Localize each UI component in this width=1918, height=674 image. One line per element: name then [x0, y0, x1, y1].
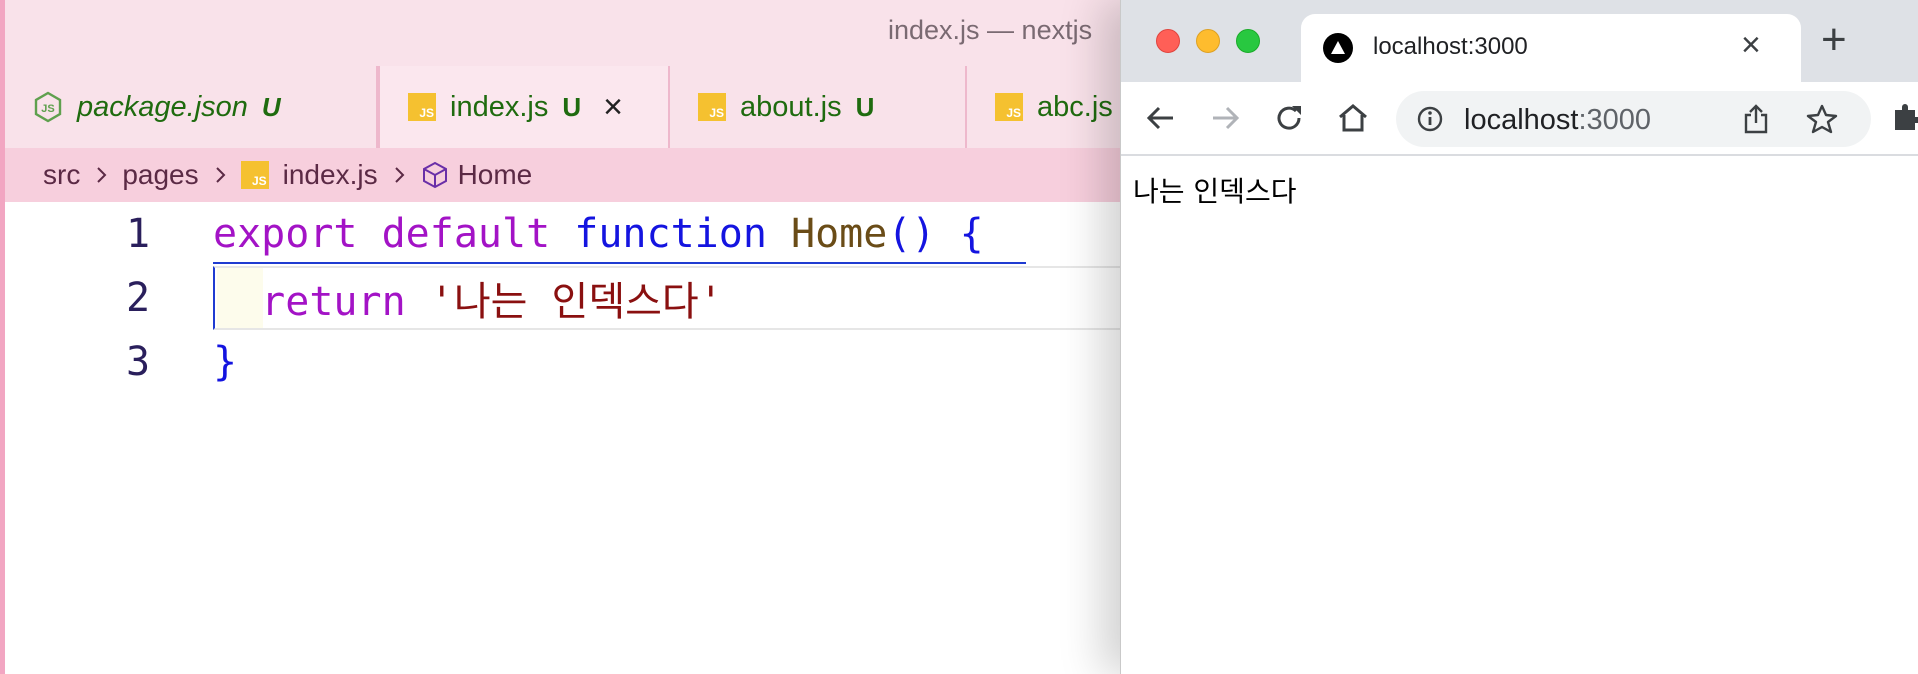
window-close-button[interactable] [1156, 29, 1180, 53]
close-brace: } [213, 339, 238, 385]
tab-index-js[interactable]: JS index.js U × [378, 66, 670, 148]
chevron-right-icon [394, 167, 404, 183]
window-maximize-button[interactable] [1236, 29, 1260, 53]
tab-label: package.json [77, 90, 248, 123]
code-line-3[interactable]: 3 } [5, 330, 1130, 394]
code-content: export default function Home() { [213, 211, 984, 257]
keyword-function: function [574, 211, 767, 257]
bookmark-star-icon[interactable] [1806, 103, 1838, 135]
browser-tab-title: localhost:3000 [1373, 33, 1528, 60]
window-minimize-button[interactable] [1196, 29, 1220, 53]
symbol-cube-icon [422, 161, 447, 189]
parens: () [887, 211, 936, 257]
site-info-icon[interactable] [1416, 105, 1444, 133]
keyword-export: export [213, 211, 358, 257]
js-file-icon: JS [408, 93, 436, 121]
tab-about-js[interactable]: JS about.js U [670, 66, 967, 148]
share-icon[interactable] [1741, 103, 1771, 135]
tab-label: about.js [740, 90, 842, 123]
code-line-2[interactable]: 2 return '나는 인덱스다' [5, 266, 1130, 330]
close-icon[interactable]: × [1741, 28, 1761, 62]
breadcrumb-folder-pages[interactable]: pages [122, 159, 198, 191]
reload-icon[interactable] [1271, 100, 1307, 136]
tab-label: abc.js [1037, 90, 1113, 123]
code-content: } [213, 339, 237, 385]
git-status-badge: U [562, 91, 582, 122]
code-line-1[interactable]: 1 export default function Home() { [5, 202, 1130, 266]
code-content: return '나는 인덱스다' [213, 269, 723, 327]
line-number: 2 [125, 275, 151, 321]
editor-tab-bar: JS package.json U JS index.js U × JS abo… [5, 66, 1130, 148]
forward-arrow-icon[interactable] [1207, 100, 1243, 136]
breadcrumb: src pages JS index.js Home [5, 148, 1130, 202]
js-file-icon: JS [698, 93, 726, 121]
chevron-right-icon [215, 167, 226, 183]
nextjs-favicon-icon [1323, 33, 1353, 63]
tab-label: index.js [450, 90, 549, 123]
extensions-puzzle-icon[interactable] [1889, 100, 1918, 134]
code-editor-window: index.js — nextjs JS package.json U JS i… [0, 0, 1130, 674]
git-status-badge: U [855, 91, 875, 122]
js-file-icon: JS [995, 93, 1023, 121]
nodejs-icon: JS [34, 91, 62, 123]
page-body-text: 나는 인덱스다 [1133, 175, 1297, 208]
function-name: Home [791, 211, 888, 257]
browser-tab-strip: localhost:3000 × + [1121, 0, 1918, 82]
editor-window-title: index.js — nextjs [888, 15, 1093, 45]
breadcrumb-folder-src[interactable]: src [43, 159, 80, 191]
open-brace: { [959, 211, 984, 257]
tab-abc-js[interactable]: JS abc.js [967, 66, 1130, 148]
code-area[interactable]: 1 export default function Home() { 2 ret… [5, 202, 1130, 674]
line-number: 1 [125, 211, 151, 257]
breadcrumb-symbol[interactable]: Home [458, 159, 533, 191]
string-literal: '나는 인덱스다' [429, 279, 723, 325]
browser-toolbar: localhost:3000 [1121, 82, 1918, 156]
browser-tab-active[interactable]: localhost:3000 × [1301, 14, 1801, 82]
git-status-badge: U [261, 91, 281, 122]
back-arrow-icon[interactable] [1143, 100, 1179, 136]
keyword-default: default [381, 211, 551, 257]
address-bar[interactable]: localhost:3000 [1396, 91, 1871, 147]
new-tab-button[interactable]: + [1821, 18, 1847, 62]
tab-close-icon[interactable]: × [603, 90, 623, 124]
url-text[interactable]: localhost:3000 [1464, 104, 1651, 137]
keyword-return: return [261, 279, 406, 325]
breadcrumb-file[interactable]: index.js [283, 159, 378, 191]
editor-titlebar: index.js — nextjs [0, 0, 1130, 66]
tab-package-json[interactable]: JS package.json U [5, 66, 378, 148]
browser-window: localhost:3000 × + localhost:3000 나는 인덱스… [1120, 0, 1918, 674]
chevron-right-icon [97, 167, 107, 183]
svg-text:JS: JS [41, 103, 54, 115]
home-icon[interactable] [1335, 100, 1371, 136]
line-number: 3 [125, 339, 151, 385]
js-file-icon: JS [240, 161, 269, 189]
